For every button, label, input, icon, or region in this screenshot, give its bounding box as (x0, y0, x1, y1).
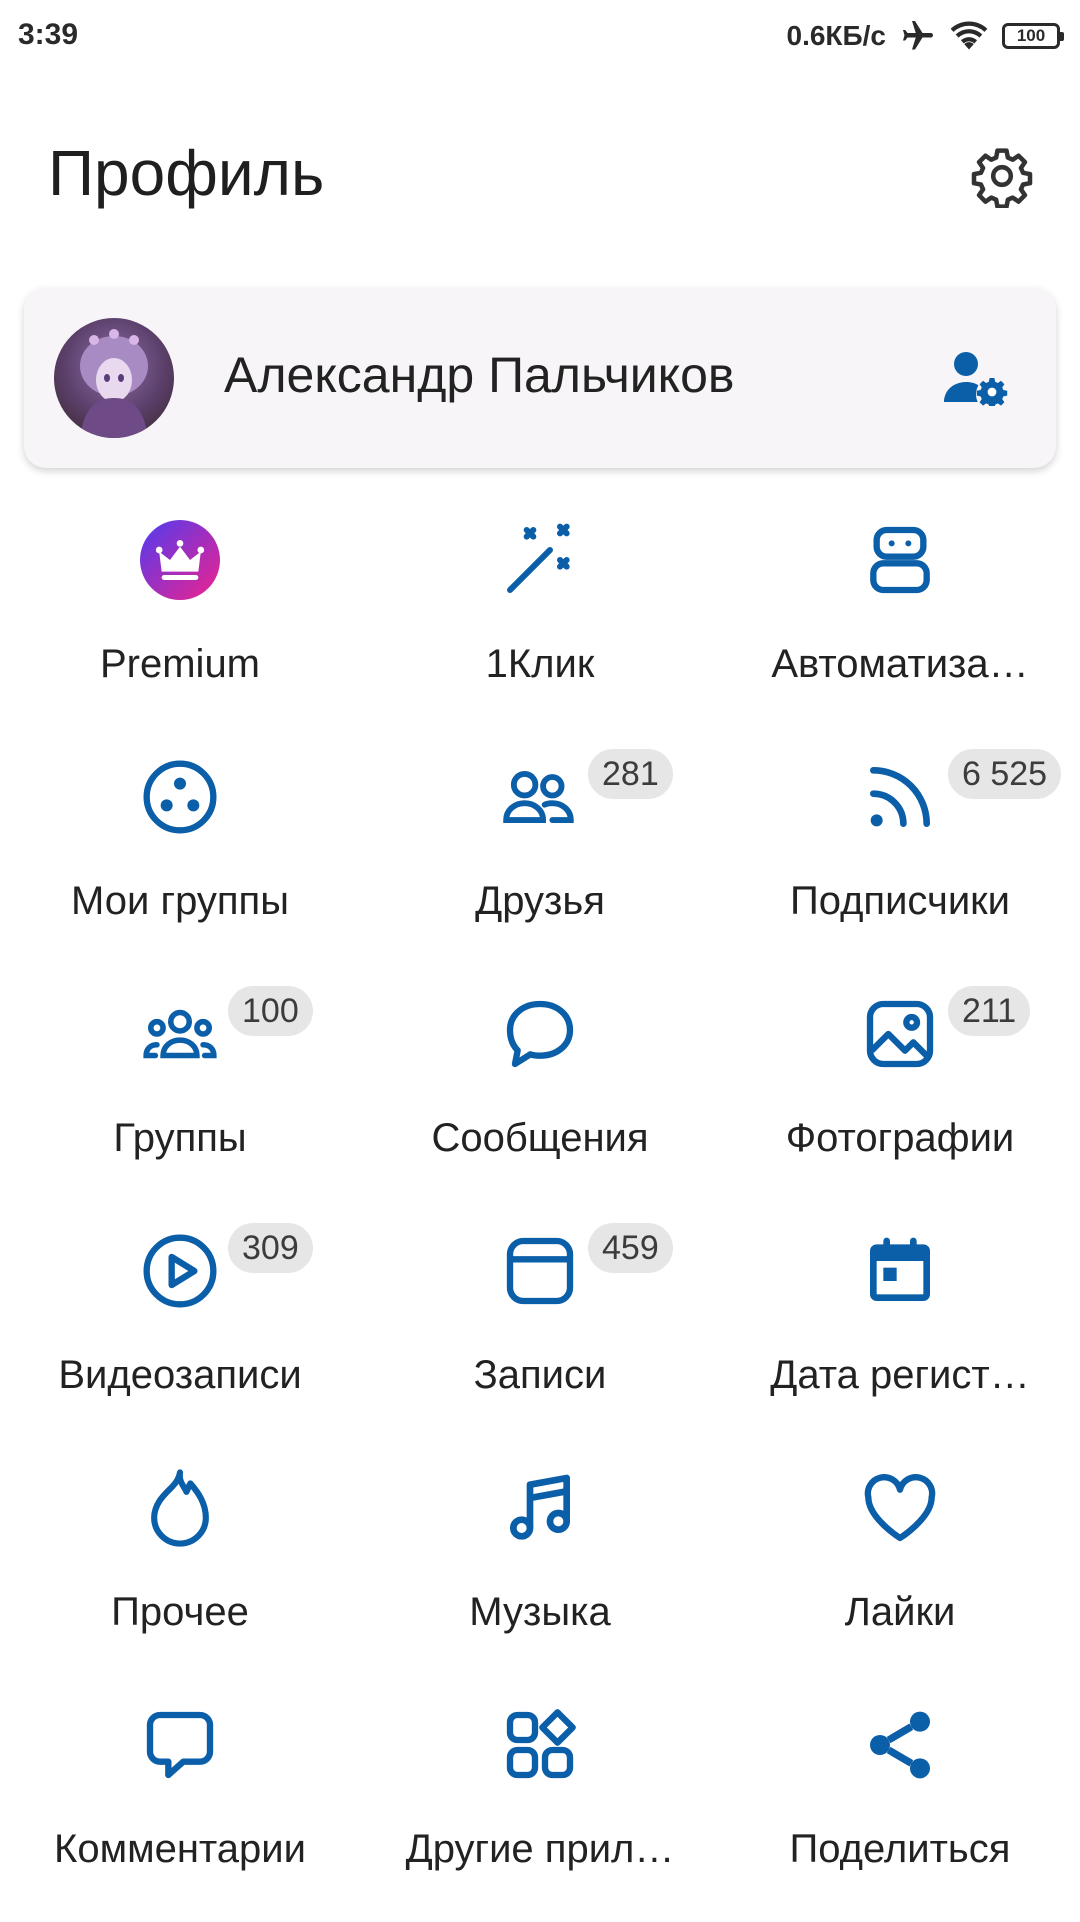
photo-icon (860, 994, 940, 1074)
status-time: 3:39 (18, 18, 79, 51)
tile-groups[interactable]: 100 Группы (0, 974, 360, 1211)
tile-photos[interactable]: 211 Фотографии (720, 974, 1080, 1211)
apps-icon (500, 1705, 580, 1785)
wifi-icon (950, 19, 988, 53)
tile-label: Музыка (469, 1590, 611, 1634)
battery-icon: 100 (1002, 23, 1064, 49)
groups-count-badge: 100 (228, 986, 313, 1036)
subscribers-count-badge: 6 525 (948, 749, 1062, 799)
tile-label: Записи (473, 1353, 607, 1397)
tile-automation[interactable]: Автоматиза… (720, 500, 1080, 737)
tile-my-groups[interactable]: Мои группы (0, 737, 360, 974)
tile-videos[interactable]: 309 Видеозаписи (0, 1211, 360, 1448)
tile-label: Premium (99, 642, 261, 686)
music-note-icon (500, 1468, 580, 1548)
account-settings-button[interactable] (936, 338, 1016, 418)
tile-premium[interactable]: Premium (0, 500, 360, 737)
user-name: Александр Пальчиков (224, 347, 735, 403)
tile-label: Подписчики (789, 879, 1011, 923)
tile-messages[interactable]: Сообщения (360, 974, 720, 1211)
videos-count-badge: 309 (228, 1223, 313, 1273)
robot-icon (860, 520, 940, 600)
posts-icon (500, 1231, 580, 1311)
network-speed: 0.6КБ/с (786, 20, 887, 51)
tile-one-click[interactable]: 1Клик (360, 500, 720, 737)
tile-posts[interactable]: 459 Записи (360, 1211, 720, 1448)
tile-other[interactable]: Прочее (0, 1448, 360, 1685)
settings-button[interactable] (962, 136, 1042, 216)
play-circle-icon (140, 1231, 220, 1311)
magic-wand-icon (500, 520, 580, 600)
status-indicators: 0.6КБ/с 100 (786, 14, 1064, 58)
gear-icon (971, 148, 1033, 208)
tile-label: Фотографии (785, 1116, 1015, 1160)
user-settings-icon (944, 352, 1008, 406)
friends-icon (500, 757, 580, 837)
tile-label: 1Клик (485, 642, 595, 686)
tile-label: Друзья (475, 879, 605, 923)
tile-registration-date[interactable]: Дата регист… (720, 1211, 1080, 1448)
groups-icon (140, 994, 220, 1074)
rss-icon (860, 757, 940, 837)
tile-label: Дата регист… (770, 1353, 1030, 1397)
status-bar: 3:39 0.6КБ/с 100 (0, 0, 1080, 72)
message-bubble-icon (500, 994, 580, 1074)
premium-crown-icon (140, 520, 220, 600)
share-icon (860, 1705, 940, 1785)
tile-other-apps[interactable]: Другие прил… (360, 1685, 720, 1922)
tile-label: Группы (113, 1116, 247, 1160)
photos-count-badge: 211 (948, 986, 1031, 1036)
friends-count-badge: 281 (588, 749, 673, 799)
header: Профиль (0, 100, 1080, 240)
page-title: Профиль (48, 137, 325, 209)
flame-icon (140, 1468, 220, 1548)
profile-card[interactable]: Александр Пальчиков (24, 288, 1056, 468)
tile-label: Прочее (111, 1590, 249, 1634)
tile-music[interactable]: Музыка (360, 1448, 720, 1685)
tile-label: Лайки (844, 1590, 956, 1634)
tile-label: Другие прил… (405, 1827, 675, 1871)
comment-icon (140, 1705, 220, 1785)
tile-subscribers[interactable]: 6 525 Подписчики (720, 737, 1080, 974)
tile-label: Мои группы (71, 879, 289, 923)
tile-label: Поделиться (789, 1827, 1011, 1871)
avatar[interactable] (54, 318, 174, 438)
tile-label: Автоматиза… (771, 642, 1029, 686)
calendar-icon (860, 1231, 940, 1311)
tile-comments[interactable]: Комментарии (0, 1685, 360, 1922)
tile-friends[interactable]: 281 Друзья (360, 737, 720, 974)
heart-icon (860, 1468, 940, 1548)
tile-share[interactable]: Поделиться (720, 1685, 1080, 1922)
airplane-mode-icon (900, 18, 936, 54)
tile-likes[interactable]: Лайки (720, 1448, 1080, 1685)
my-groups-icon (140, 757, 220, 837)
tile-label: Сообщения (431, 1116, 649, 1160)
tile-label: Комментарии (54, 1827, 306, 1871)
posts-count-badge: 459 (588, 1223, 673, 1273)
tile-label: Видеозаписи (58, 1353, 302, 1397)
